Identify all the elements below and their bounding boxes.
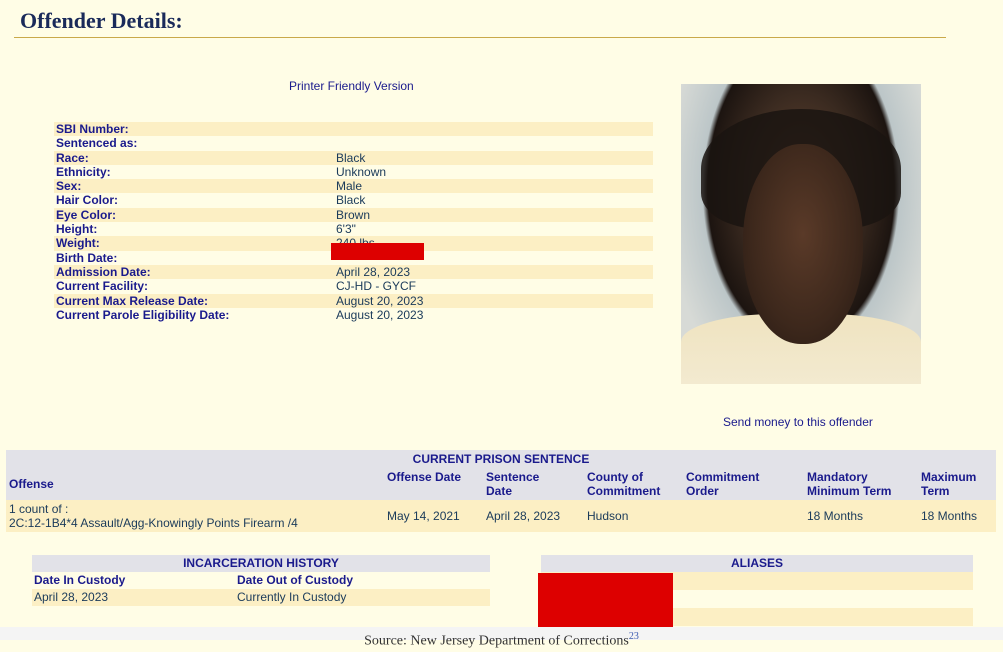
detail-label: SBI Number: <box>56 122 129 136</box>
page-title: Offender Details: <box>20 8 183 33</box>
history-heading: INCARCERATION HISTORY <box>32 555 490 572</box>
date-in: April 28, 2023 <box>34 590 109 604</box>
detail-value: August 20, 2023 <box>336 293 424 308</box>
col-offense-date: Offense Date <box>387 470 462 484</box>
offense-description: 2C:12-1B4*4 Assault/Agg-Knowingly Points… <box>9 516 298 530</box>
min-term: 18 Months <box>807 509 864 523</box>
incarceration-history-table: INCARCERATION HISTORY Date In Custody Da… <box>32 555 490 606</box>
sentence-column-headers: Offense Offense Date Sentence Date Count… <box>6 468 996 500</box>
detail-row-sex: Sex: Male <box>54 179 653 194</box>
detail-row-hair-color: Hair Color: Black <box>54 193 653 207</box>
detail-label: Race: <box>56 150 89 165</box>
col-offense: Offense <box>9 477 54 491</box>
redaction-block <box>331 242 424 260</box>
offense-count: 1 count of : <box>9 502 69 516</box>
detail-label: Sentenced as: <box>56 136 138 151</box>
col-max-term: Maximum Term <box>921 470 977 498</box>
detail-label: Current Parole Eligibility Date: <box>56 307 230 322</box>
detail-row-birth-date: Birth Date: <box>54 242 653 265</box>
history-row: April 28, 2023 Currently In Custody <box>32 589 490 606</box>
source-caption: Source: New Jersey Department of Correct… <box>0 627 1003 649</box>
max-term: 18 Months <box>921 509 978 523</box>
offender-details-table: SBI Number: Sentenced as: Race: Black Et… <box>54 122 653 322</box>
detail-row-current-facility: Current Facility: CJ-HD - GYCF <box>54 279 653 293</box>
source-text: Source: New Jersey Department of Correct… <box>364 633 629 649</box>
detail-label: Sex: <box>56 179 82 194</box>
detail-label: Height: <box>56 222 98 237</box>
offender-photo <box>681 84 921 384</box>
redaction-block <box>538 573 673 627</box>
detail-label: Current Facility: <box>56 279 149 294</box>
detail-value: Unknown <box>336 164 387 179</box>
detail-row-sbi: SBI Number: <box>54 122 653 137</box>
sentence-heading: CURRENT PRISON SENTENCE <box>6 450 996 468</box>
detail-label: Weight: <box>56 236 100 251</box>
detail-label: Ethnicity: <box>56 164 111 179</box>
offense-date: May 14, 2021 <box>387 509 460 523</box>
detail-row-sentenced-as: Sentenced as: <box>54 136 653 150</box>
source-reference[interactable]: 23 <box>629 631 639 642</box>
col-sentence-date: Sentence Date <box>486 470 540 498</box>
detail-value: CJ-HD - GYCF <box>336 279 416 294</box>
detail-value: Brown <box>336 207 371 222</box>
detail-row-admission-date: Admission Date: April 28, 2023 <box>54 264 653 280</box>
detail-label: Current Max Release Date: <box>56 293 209 308</box>
col-date-out: Date Out of Custody <box>237 573 353 587</box>
sentence-date: April 28, 2023 <box>486 509 561 523</box>
detail-row-height: Height: 6'3" <box>54 222 653 236</box>
title-divider <box>14 37 946 38</box>
detail-row-ethnicity: Ethnicity: Unknown <box>54 165 653 179</box>
detail-value: Male <box>336 179 363 194</box>
printer-friendly-link[interactable]: Printer Friendly Version <box>289 79 414 93</box>
col-min-term: Mandatory Minimum Term <box>807 470 892 498</box>
detail-row-eye-color: Eye Color: Brown <box>54 207 653 223</box>
detail-label: Birth Date: <box>56 250 118 265</box>
detail-label: Eye Color: <box>56 207 117 222</box>
detail-value: April 28, 2023 <box>336 264 411 279</box>
detail-label: Hair Color: <box>56 193 119 208</box>
current-sentence-table: CURRENT PRISON SENTENCE Offense Offense … <box>6 450 996 532</box>
send-money-link[interactable]: Send money to this offender <box>723 415 873 429</box>
col-date-in: Date In Custody <box>34 573 126 587</box>
detail-row-race: Race: Black <box>54 150 653 165</box>
photo-face <box>743 144 863 344</box>
aliases-heading: ALIASES <box>541 555 973 572</box>
col-county: County of Commitment <box>587 470 661 498</box>
date-out: Currently In Custody <box>237 590 347 604</box>
detail-row-max-release: Current Max Release Date: August 20, 202… <box>54 293 653 308</box>
sentence-row: 1 count of : 2C:12-1B4*4 Assault/Agg-Kno… <box>6 500 996 532</box>
detail-value: Black <box>336 150 366 165</box>
col-commitment-order: Commitment Order <box>686 470 760 498</box>
detail-value: Black <box>336 193 366 208</box>
detail-value: 6'3" <box>336 222 356 237</box>
detail-row-parole-eligibility: Current Parole Eligibility Date: August … <box>54 308 653 322</box>
detail-label: Admission Date: <box>56 264 151 279</box>
county: Hudson <box>587 509 629 523</box>
detail-value: August 20, 2023 <box>336 307 424 322</box>
history-column-headers: Date In Custody Date Out of Custody <box>32 572 490 589</box>
